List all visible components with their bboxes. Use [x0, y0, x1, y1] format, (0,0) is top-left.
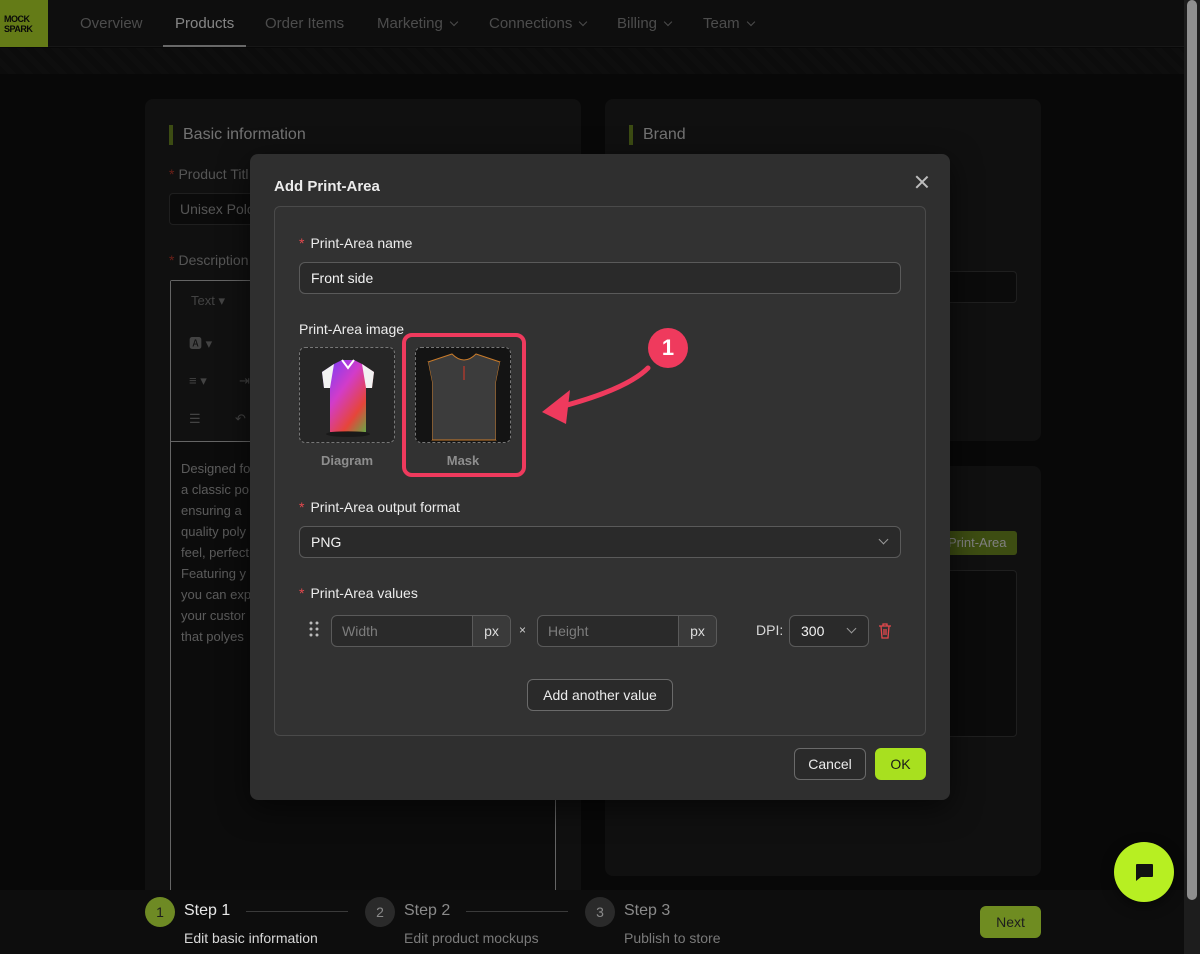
height-placeholder: Height	[548, 623, 589, 639]
dialog-title: Add Print-Area	[274, 178, 380, 195]
drag-handle-icon[interactable]	[309, 621, 319, 637]
width-placeholder: Width	[342, 623, 378, 639]
next-button[interactable]: Next	[980, 906, 1041, 938]
close-icon[interactable]	[914, 174, 930, 190]
chat-bubble-icon	[1136, 864, 1153, 881]
output-format-label-text: Print-Area output format	[310, 499, 460, 515]
chevron-down-icon	[878, 534, 889, 545]
step-connector	[466, 911, 568, 912]
step-2-title: Step 2	[404, 902, 451, 919]
times-sign: ×	[519, 623, 527, 637]
step-3-title: Step 3	[624, 902, 671, 919]
print-area-name-label: * Print-Area name	[299, 235, 413, 251]
print-area-values-label: * Print-Area values	[299, 585, 418, 601]
annotation-arrow	[542, 365, 651, 424]
width-unit: px	[472, 616, 510, 646]
drag-dots	[309, 621, 319, 637]
page-scrollbar[interactable]	[1184, 0, 1200, 954]
step-1-description: Edit basic information	[184, 930, 318, 946]
print-area-values-label-text: Print-Area values	[310, 585, 418, 601]
height-unit: px	[678, 616, 716, 646]
step-2-description: Edit product mockups	[404, 930, 539, 946]
step-2-circle: 2	[365, 897, 395, 927]
output-format-value: PNG	[311, 534, 342, 550]
print-area-form: * Print-Area name Front side Print-Area i…	[274, 206, 926, 736]
output-format-label: * Print-Area output format	[299, 499, 460, 515]
diagram-image[interactable]	[299, 347, 395, 443]
delete-icon[interactable]	[878, 623, 892, 639]
step-badge: 1	[648, 328, 688, 368]
chat-button[interactable]	[1114, 842, 1174, 902]
dpi-select[interactable]: 300	[789, 615, 869, 647]
print-area-image-label: Print-Area image	[299, 321, 405, 337]
trash-glyph	[879, 623, 891, 639]
step-3-circle: 3	[585, 897, 615, 927]
cancel-button[interactable]: Cancel	[794, 748, 866, 780]
chevron-down-icon	[846, 623, 857, 634]
ok-button[interactable]: OK	[875, 748, 926, 780]
add-another-value-button[interactable]: Add another value	[527, 679, 673, 711]
stepper-footer: 1 Step 1 Edit basic information 2 Step 2…	[0, 890, 1184, 954]
print-area-name-input[interactable]: Front side	[299, 262, 901, 294]
step-connector	[246, 911, 348, 912]
step-3-description: Publish to store	[624, 930, 721, 946]
height-input[interactable]: Height px	[537, 615, 717, 647]
step-1-circle: 1	[145, 897, 175, 927]
step-1-title: Step 1	[184, 902, 231, 919]
polo-shirt-thumbnail	[322, 359, 374, 437]
print-area-name-label-text: Print-Area name	[310, 235, 413, 251]
output-format-select[interactable]: PNG	[299, 526, 901, 558]
dpi-label: DPI:	[756, 622, 784, 638]
diagram-caption: Diagram	[320, 453, 374, 468]
scrollbar-thumb[interactable]	[1187, 0, 1197, 900]
mask-highlight-box	[402, 333, 526, 477]
add-print-area-dialog: Add Print-Area * Print-Area name Front si…	[250, 154, 950, 800]
dpi-value: 300	[801, 623, 825, 639]
width-input[interactable]: Width px	[331, 615, 511, 647]
